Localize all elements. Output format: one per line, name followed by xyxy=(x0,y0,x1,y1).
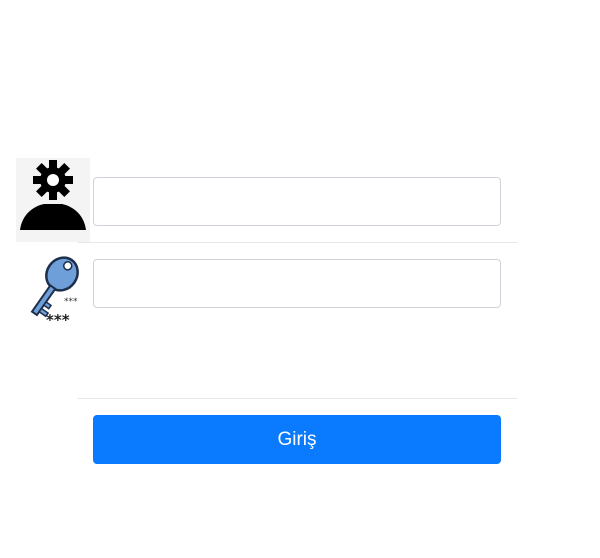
svg-text:***: *** xyxy=(64,297,78,307)
key-password-icon: *** *** xyxy=(30,256,79,328)
svg-text:***: *** xyxy=(46,311,70,328)
username-input[interactable] xyxy=(93,177,501,226)
divider xyxy=(78,242,517,243)
divider xyxy=(78,398,517,399)
login-button[interactable]: Giriş xyxy=(93,415,501,464)
password-input[interactable] xyxy=(93,259,501,308)
user-gear-icon xyxy=(16,158,90,242)
login-page: *** *** Giriş xyxy=(0,0,600,558)
